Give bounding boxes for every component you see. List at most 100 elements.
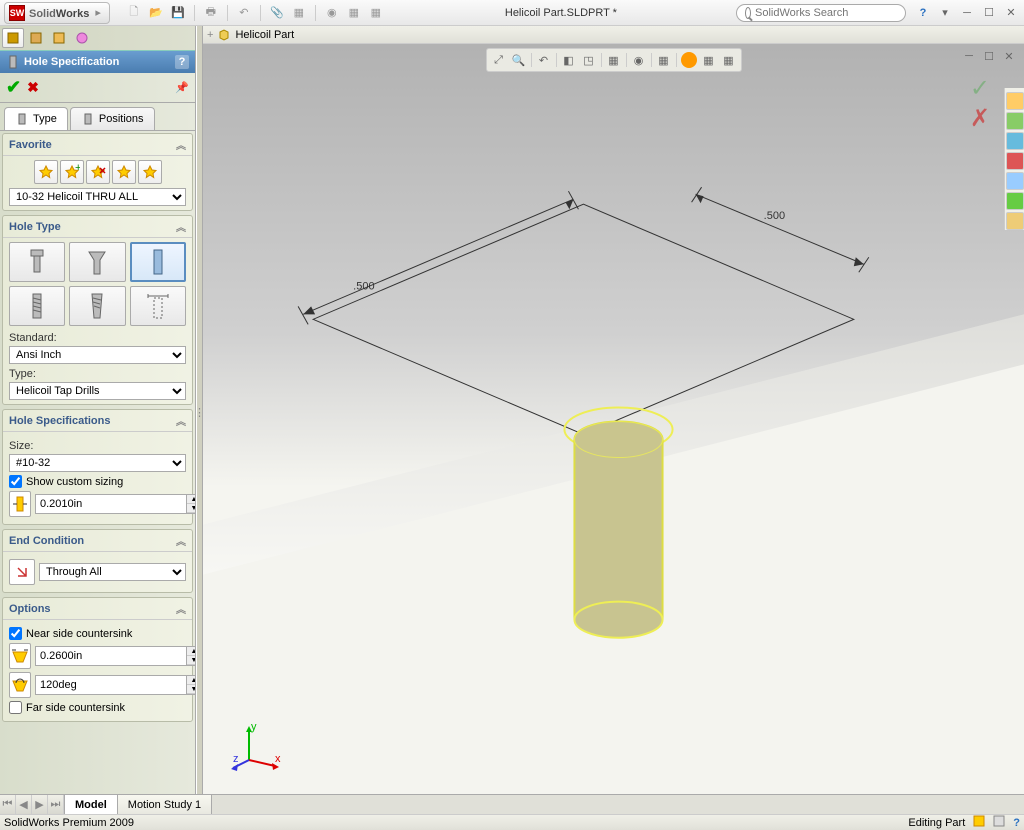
tab-prev-button[interactable]: ◀ — [16, 795, 32, 814]
tab-motion-study[interactable]: Motion Study 1 — [118, 795, 212, 814]
hole-spec-label: Hole Specifications — [9, 415, 110, 427]
minimize-button[interactable]: ─ — [958, 5, 976, 21]
splitter-handle[interactable] — [196, 26, 203, 794]
tools-icon[interactable]: ▦ — [366, 3, 386, 23]
tab-type[interactable]: Type — [4, 107, 68, 130]
help-dropdown-icon[interactable]: ▾ — [936, 5, 954, 21]
custom-props-icon[interactable] — [1006, 192, 1024, 210]
flyout-tree-header[interactable]: + Helicoil Part — [203, 26, 1024, 44]
undo-icon[interactable]: ↶ — [234, 3, 254, 23]
tab-model[interactable]: Model — [65, 795, 118, 814]
property-tab[interactable] — [25, 28, 47, 48]
document-recovery-icon[interactable] — [1006, 212, 1024, 230]
status-icon-2[interactable] — [993, 815, 1005, 830]
close-button[interactable]: ✕ — [1002, 5, 1020, 21]
config-tab[interactable] — [48, 28, 70, 48]
section-end-condition-header[interactable]: End Condition ︽ — [3, 530, 192, 552]
pin-icon[interactable]: 📌 — [175, 81, 189, 94]
cancel-button[interactable]: ✖ — [27, 79, 39, 96]
tab-positions[interactable]: Positions — [70, 107, 155, 130]
standard-select[interactable]: Ansi Inch — [9, 346, 186, 364]
show-custom-sizing-label: Show custom sizing — [26, 476, 123, 488]
hole-type-counterbore[interactable] — [9, 242, 65, 282]
ok-button[interactable]: ✔ — [6, 77, 21, 98]
csk-diameter-input[interactable]: ▲▼ — [35, 646, 196, 666]
maximize-button[interactable]: ☐ — [980, 5, 998, 21]
chevron-right-icon: ▸ — [95, 6, 101, 19]
app-menu-button[interactable]: SW SolidWorks ▸ — [4, 2, 110, 24]
status-right: Editing Part — [908, 817, 965, 829]
spin-down[interactable]: ▼ — [187, 685, 196, 694]
clip-icon[interactable]: 📎 — [267, 3, 287, 23]
search-icon — [745, 7, 751, 19]
view-triad[interactable]: y x z — [231, 722, 281, 772]
new-icon[interactable]: 🗋 — [124, 3, 144, 23]
end-condition-select[interactable]: Through All — [39, 563, 186, 581]
file-explorer-icon[interactable] — [1006, 132, 1024, 150]
section-favorite-header[interactable]: Favorite ︽ — [3, 134, 192, 156]
design-library-icon[interactable] — [1006, 112, 1024, 130]
spin-up[interactable]: ▲ — [187, 676, 196, 685]
section-hole-type-header[interactable]: Hole Type ︽ — [3, 216, 192, 238]
show-custom-sizing-checkbox[interactable] — [9, 475, 22, 488]
section-hole-spec-header[interactable]: Hole Specifications ︽ — [3, 410, 192, 432]
csk-angle-input[interactable]: ▲▼ — [35, 675, 196, 695]
app-name: SolidWorks — [29, 5, 89, 20]
options-icon[interactable]: ▦ — [344, 3, 364, 23]
hole-type-countersink[interactable] — [69, 242, 125, 282]
spin-down[interactable]: ▼ — [187, 504, 196, 513]
spin-down[interactable]: ▼ — [187, 656, 196, 665]
hole-type-pipe-tap[interactable] — [69, 286, 125, 326]
hole-type-tap[interactable] — [9, 286, 65, 326]
type-label: Type: — [9, 368, 186, 380]
favorite-save-button[interactable] — [112, 160, 136, 184]
dimension-2: .500 — [764, 210, 785, 222]
flyout-doc-name: Helicoil Part — [235, 29, 294, 41]
tab-next-button[interactable]: ▶ — [32, 795, 48, 814]
spin-up[interactable]: ▲ — [187, 495, 196, 504]
tab-last-button[interactable]: ⏭ — [48, 795, 64, 814]
search-box[interactable] — [736, 4, 906, 22]
view-palette-icon[interactable] — [1006, 152, 1024, 170]
sub-tabs: Type Positions — [0, 103, 195, 131]
dimxpert-tab[interactable] — [71, 28, 93, 48]
near-csk-checkbox[interactable] — [9, 627, 22, 640]
tab-first-button[interactable]: ⏮ — [0, 795, 16, 814]
end-condition-label: End Condition — [9, 535, 84, 547]
expand-icon[interactable]: + — [207, 29, 213, 41]
favorite-load-button[interactable] — [138, 160, 162, 184]
open-icon[interactable]: 📂 — [146, 3, 166, 23]
type-select[interactable]: Helicoil Tap Drills — [9, 382, 186, 400]
size-select[interactable]: #10-32 — [9, 454, 186, 472]
hole-type-legacy[interactable] — [130, 286, 186, 326]
far-csk-checkbox[interactable] — [9, 701, 22, 714]
print-icon[interactable]: 🖶 — [201, 3, 221, 23]
search-input[interactable] — [755, 7, 897, 19]
save-icon[interactable]: 💾 — [168, 3, 188, 23]
resources-icon[interactable] — [1006, 92, 1024, 110]
reverse-direction-button[interactable] — [9, 559, 35, 585]
dimension-1: .500 — [353, 280, 374, 292]
feature-tree-tab[interactable] — [2, 28, 24, 48]
hole-type-hole[interactable] — [130, 242, 186, 282]
status-icon-3[interactable]: ? — [1013, 817, 1020, 829]
section-options: Options ︽ Near side countersink ▲▼ — [2, 597, 193, 722]
status-left: SolidWorks Premium 2009 — [4, 817, 134, 829]
section-options-header[interactable]: Options ︽ — [3, 598, 192, 620]
favorite-select[interactable]: 10-32 Helicoil THRU ALL — [9, 188, 186, 206]
near-csk-label: Near side countersink — [26, 628, 132, 640]
spin-up[interactable]: ▲ — [187, 647, 196, 656]
favorite-update-button[interactable]: + — [60, 160, 84, 184]
panel-help-button[interactable]: ? — [175, 55, 189, 69]
graphics-viewport[interactable]: + Helicoil Part ⤢ 🔍 ↶ ◧ ◳ ▦ ◉ ▦ ▦ ▦ ─ ☐ — [203, 26, 1024, 794]
favorite-delete-button[interactable] — [86, 160, 110, 184]
favorite-add-button[interactable] — [34, 160, 58, 184]
section-hole-spec: Hole Specifications ︽ Size: #10-32 Show … — [2, 409, 193, 525]
svg-text:y: y — [251, 722, 257, 733]
help-icon[interactable]: ? — [914, 5, 932, 21]
rebuild-icon[interactable]: ◉ — [322, 3, 342, 23]
drill-diameter-input[interactable]: ▲▼ — [35, 494, 196, 514]
appearances-icon[interactable] — [1006, 172, 1024, 190]
select-icon[interactable]: ▦ — [289, 3, 309, 23]
status-icon-1[interactable] — [973, 815, 985, 830]
